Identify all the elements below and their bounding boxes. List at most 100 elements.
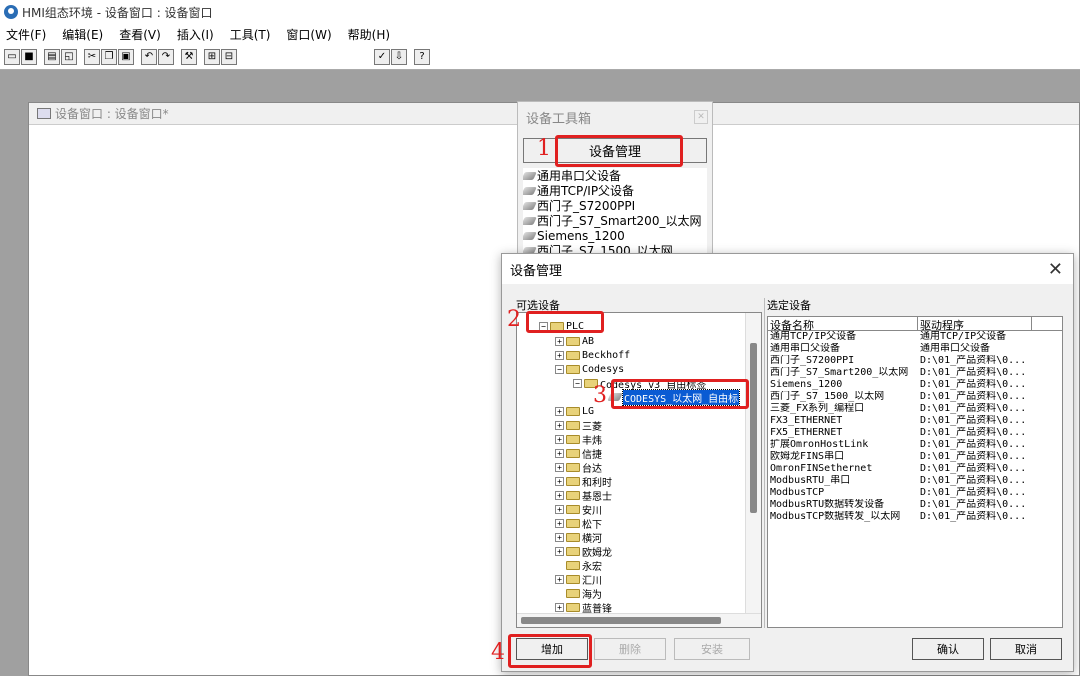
menu-edit[interactable]: 编辑(E) [62, 26, 103, 43]
folder-icon [566, 364, 580, 374]
paste-icon[interactable]: ▣ [118, 48, 134, 65]
table-row[interactable]: 扩展OmronHostLink D:\01_产品资料\0... [768, 439, 1062, 451]
table-row[interactable]: FX5_ETHERNET D:\01_产品资料\0... [768, 427, 1062, 439]
column-header-driver[interactable]: 驱动程序 [918, 317, 1032, 332]
tree-node[interactable]: + 台达 [555, 460, 602, 475]
table-row[interactable]: OmronFINSethernet D:\01_产品资料\0... [768, 463, 1062, 475]
expand-icon: + [555, 476, 564, 486]
tree-node[interactable]: − Codesys [555, 362, 624, 376]
tree-node[interactable]: + 信捷 [555, 446, 602, 461]
scroll-thumb[interactable] [521, 617, 721, 624]
ok-button[interactable]: 确认 [912, 638, 984, 660]
expand-icon: + [555, 602, 564, 612]
tree-node[interactable]: + AB [555, 334, 594, 348]
folder-icon [566, 504, 580, 514]
folder-icon [566, 490, 580, 500]
device-tree[interactable]: − PLC + AB + Beckhoff − Codesys − Codesys_v3_… [516, 312, 762, 628]
folder-icon [566, 532, 580, 542]
expand-icon: + [555, 490, 564, 500]
grid-icon[interactable]: ⊟ [221, 48, 237, 65]
list-item[interactable]: 西门子_S7_Smart200_以太网 [523, 213, 707, 228]
tree-node[interactable]: + 和利时 [555, 474, 612, 489]
table-row[interactable]: 通用串口父设备 通用串口父设备 [768, 343, 1062, 355]
menu-file[interactable]: 文件(F) [6, 26, 46, 43]
table-row[interactable]: 欧姆龙FINS串口 D:\01_产品资料\0... [768, 451, 1062, 463]
print-icon[interactable]: ▤ [44, 48, 60, 65]
list-item[interactable]: 通用串口父设备 [523, 168, 707, 183]
expand-icon: + [555, 420, 564, 430]
scroll-thumb[interactable] [750, 343, 757, 513]
save-icon[interactable]: ■ [21, 48, 37, 65]
menu-view[interactable]: 查看(V) [119, 26, 161, 43]
folder-icon [566, 546, 580, 556]
tools-icon[interactable]: ⚒ [181, 48, 197, 65]
table-row[interactable]: 三菱_FX系列_编程口 D:\01_产品资料\0... [768, 403, 1062, 415]
app-logo-icon [4, 5, 18, 19]
preview-icon[interactable]: ◱ [61, 48, 77, 65]
expand-icon: + [555, 532, 564, 542]
tree-node[interactable]: + 安川 [555, 502, 602, 517]
selected-devices-label: 选定设备 [767, 299, 811, 312]
close-icon[interactable]: ✕ [694, 110, 708, 124]
tree-node[interactable]: + 欧姆龙 [555, 544, 612, 559]
title-bar: HMI组态环境 - 设备窗口 : 设备窗口 [0, 0, 1080, 24]
highlight-box [508, 634, 592, 668]
collapse-icon: − [555, 364, 564, 374]
copy-icon[interactable]: ❐ [101, 48, 117, 65]
window-icon[interactable]: ⊞ [204, 48, 220, 65]
folder-icon [566, 448, 580, 458]
table-row[interactable]: ModbusRTU_串口 D:\01_产品资料\0... [768, 475, 1062, 487]
table-row[interactable]: 西门子_S7_Smart200_以太网 D:\01_产品资料\0... [768, 367, 1062, 379]
table-row[interactable]: Siemens_1200 D:\01_产品资料\0... [768, 379, 1062, 391]
step-label: 3 [593, 383, 607, 408]
folder-icon [566, 518, 580, 528]
list-item[interactable]: 通用TCP/IP父设备 [523, 183, 707, 198]
column-header-name[interactable]: 设备名称 [768, 317, 918, 332]
tree-node[interactable]: + 横河 [555, 530, 602, 545]
menu-help[interactable]: 帮助(H) [348, 26, 390, 43]
highlight-box [555, 135, 683, 167]
tree-node[interactable]: + 汇川 [555, 572, 602, 587]
expand-icon: + [555, 462, 564, 472]
expand-icon: + [555, 546, 564, 556]
tree-node[interactable]: + 基恩士 [555, 488, 612, 503]
table-row[interactable]: 通用TCP/IP父设备 通用TCP/IP父设备 [768, 331, 1062, 343]
window-icon [37, 108, 51, 119]
table-row[interactable]: ModbusTCP D:\01_产品资料\0... [768, 487, 1062, 499]
redo-icon[interactable]: ↷ [158, 48, 174, 65]
tree-node[interactable]: + 蓝普锋 [555, 600, 612, 615]
close-icon[interactable]: ✕ [1048, 259, 1063, 280]
install-button[interactable]: 安装 [674, 638, 750, 660]
tree-node[interactable]: + LG [555, 404, 594, 418]
expand-icon: + [555, 448, 564, 458]
list-item[interactable]: 西门子_S7200PPI [523, 198, 707, 213]
expand-icon: + [555, 350, 564, 360]
undo-icon[interactable]: ↶ [141, 48, 157, 65]
new-icon[interactable]: ▭ [4, 48, 20, 65]
tree-node[interactable]: + 丰炜 [555, 432, 602, 447]
tree-node[interactable]: + 松下 [555, 516, 602, 531]
table-row[interactable]: 西门子_S7_1500_以太网 D:\01_产品资料\0... [768, 391, 1062, 403]
tree-node[interactable]: + Beckhoff [555, 348, 630, 362]
cut-icon[interactable]: ✂ [84, 48, 100, 65]
menu-window[interactable]: 窗口(W) [286, 26, 331, 43]
tree-node[interactable]: + 三菱 [555, 418, 602, 433]
table-row[interactable]: FX3_ETHERNET D:\01_产品资料\0... [768, 415, 1062, 427]
download-icon[interactable]: ⇩ [391, 48, 407, 65]
menu-insert[interactable]: 插入(I) [177, 26, 214, 43]
table-row[interactable]: ModbusTCP数据转发_以太网 D:\01_产品资料\0... [768, 511, 1062, 523]
tree-node[interactable]: 永宏 [566, 558, 602, 573]
menu-bar: 文件(F) 编辑(E) 查看(V) 插入(I) 工具(T) 窗口(W) 帮助(H… [0, 24, 1080, 44]
help-icon[interactable]: ? [414, 48, 430, 65]
menu-tools[interactable]: 工具(T) [230, 26, 271, 43]
check-icon[interactable]: ✓ [374, 48, 390, 65]
delete-button[interactable]: 删除 [594, 638, 666, 660]
splitter[interactable] [764, 298, 765, 628]
table-row[interactable]: ModbusRTU数据转发设备 D:\01_产品资料\0... [768, 499, 1062, 511]
tree-vertical-scrollbar[interactable] [745, 313, 761, 613]
table-row[interactable]: 西门子_S7200PPI D:\01_产品资料\0... [768, 355, 1062, 367]
list-item[interactable]: Siemens_1200 [523, 228, 707, 243]
tree-horizontal-scrollbar[interactable] [517, 613, 761, 627]
cancel-button[interactable]: 取消 [990, 638, 1062, 660]
tree-node[interactable]: 海为 [566, 586, 602, 601]
